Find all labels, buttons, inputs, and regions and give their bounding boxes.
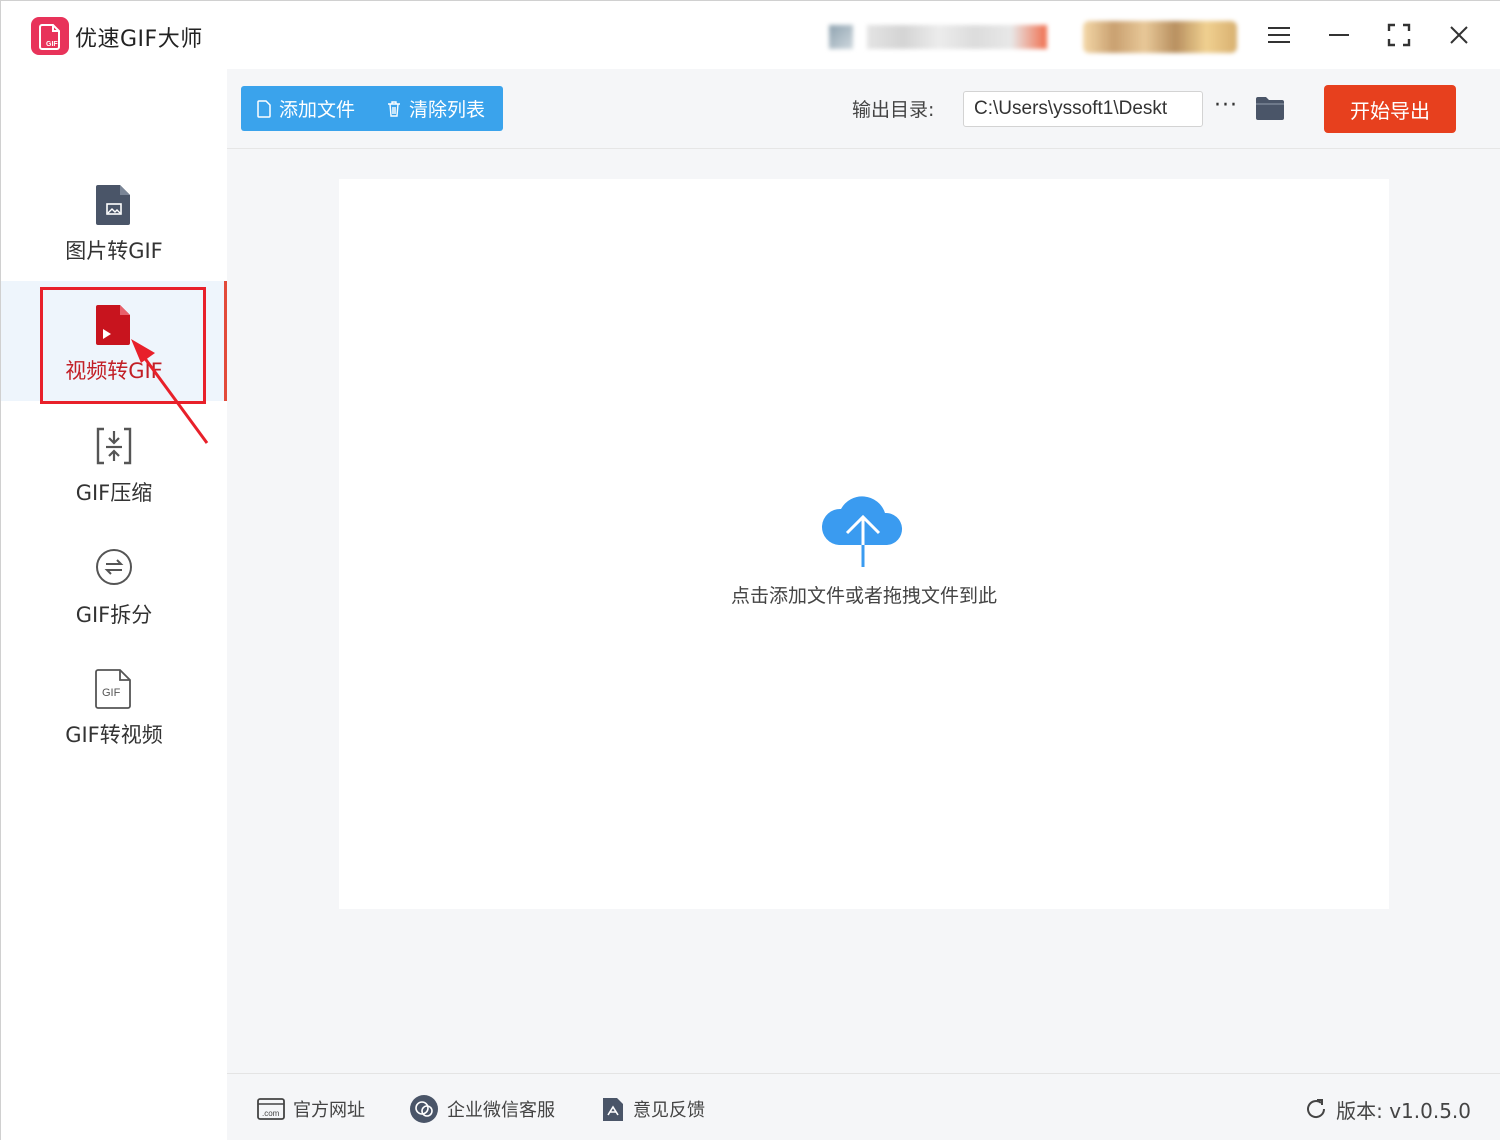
blurred-avatar: [829, 25, 853, 49]
main-panel: 添加文件 清除列表 输出目录: C:\Users\yssoft1\Deskt ·…: [227, 69, 1500, 1140]
footer: .com 官方网址 企业微信客服 意见反馈 版本: v1.0.5.0: [227, 1073, 1500, 1140]
drop-zone-text: 点击添加文件或者拖拽文件到此: [730, 585, 997, 607]
output-dir-label: 输出目录:: [852, 99, 935, 121]
minimize-button[interactable]: [1319, 17, 1359, 53]
svg-text:GIF: GIF: [46, 41, 58, 48]
feedback-link[interactable]: 意见反馈: [601, 1094, 705, 1124]
website-icon: .com: [257, 1098, 285, 1120]
clear-list-button[interactable]: 清除列表: [387, 86, 485, 131]
gif-file-icon: GIF: [95, 669, 131, 709]
feedback-label: 意见反馈: [633, 1100, 705, 1121]
blurred-account-info: [867, 25, 1047, 49]
hamburger-menu-icon: [1268, 27, 1290, 43]
image-file-icon: [96, 185, 130, 225]
refresh-icon: [1307, 1099, 1326, 1118]
wechat-support-link[interactable]: 企业微信客服: [409, 1094, 555, 1124]
sidebar-item-label: GIF压缩: [75, 481, 153, 505]
clear-list-label: 清除列表: [409, 99, 486, 121]
version-label: 版本: v1.0.5.0: [1336, 1098, 1471, 1123]
split-icon: [96, 549, 132, 585]
output-dir-field[interactable]: C:\Users\yssoft1\Deskt: [963, 91, 1203, 127]
add-file-button[interactable]: 添加文件: [257, 86, 355, 131]
app-title: 优速GIF大师: [75, 27, 203, 52]
svg-text:GIF: GIF: [102, 687, 121, 699]
output-dir-value: C:\Users\yssoft1\Deskt: [974, 98, 1168, 119]
file-icon: [257, 99, 271, 118]
file-drop-zone[interactable]: 点击添加文件或者拖拽文件到此: [339, 179, 1389, 909]
minimize-icon: [1329, 34, 1349, 36]
sidebar-item-gif-to-video[interactable]: GIF GIF转视频: [1, 667, 227, 787]
maximize-button[interactable]: [1379, 17, 1419, 53]
folder-icon: [1256, 97, 1284, 120]
toolbar: 添加文件 清除列表 输出目录: C:\Users\yssoft1\Deskt ·…: [227, 69, 1500, 149]
file-button-group: 添加文件 清除列表: [241, 86, 503, 131]
svg-text:.com: .com: [262, 1109, 280, 1118]
title-bar: GIF 优速GIF大师: [1, 1, 1500, 69]
feedback-icon: [603, 1098, 623, 1121]
close-icon: [1450, 26, 1468, 44]
sidebar-item-gif-split[interactable]: GIF拆分: [1, 547, 227, 667]
version-info: 版本: v1.0.5.0: [1304, 1094, 1471, 1124]
sidebar: 图片转GIF 视频转GIF GIF压缩 GIF拆分 GIF GIF转视频: [1, 69, 227, 1140]
trash-icon: [388, 100, 400, 117]
sidebar-item-label: 图片转GIF: [65, 239, 163, 263]
open-folder-button[interactable]: [1255, 95, 1289, 125]
add-file-label: 添加文件: [279, 99, 356, 121]
close-button[interactable]: [1439, 17, 1479, 53]
menu-button[interactable]: [1259, 17, 1299, 53]
sidebar-item-label: GIF转视频: [65, 723, 163, 747]
website-label: 官方网址: [293, 1100, 365, 1121]
app-logo-icon: GIF: [31, 17, 69, 55]
website-link[interactable]: .com 官方网址: [257, 1094, 365, 1124]
maximize-icon: [1387, 23, 1411, 47]
wechat-icon: [410, 1095, 438, 1123]
blurred-vip-badge: [1083, 21, 1237, 53]
sidebar-item-label: GIF拆分: [75, 603, 153, 627]
cloud-upload-icon: [821, 496, 903, 567]
app-window: GIF 优速GIF大师 图片转GIF 视频转GIF GIF压缩 GIF拆分 GI…: [0, 0, 1500, 1140]
browse-more-button[interactable]: ···: [1211, 93, 1241, 123]
annotation-arrow-icon: [131, 339, 209, 444]
start-export-button[interactable]: 开始导出: [1324, 85, 1456, 133]
wechat-support-label: 企业微信客服: [447, 1100, 555, 1121]
